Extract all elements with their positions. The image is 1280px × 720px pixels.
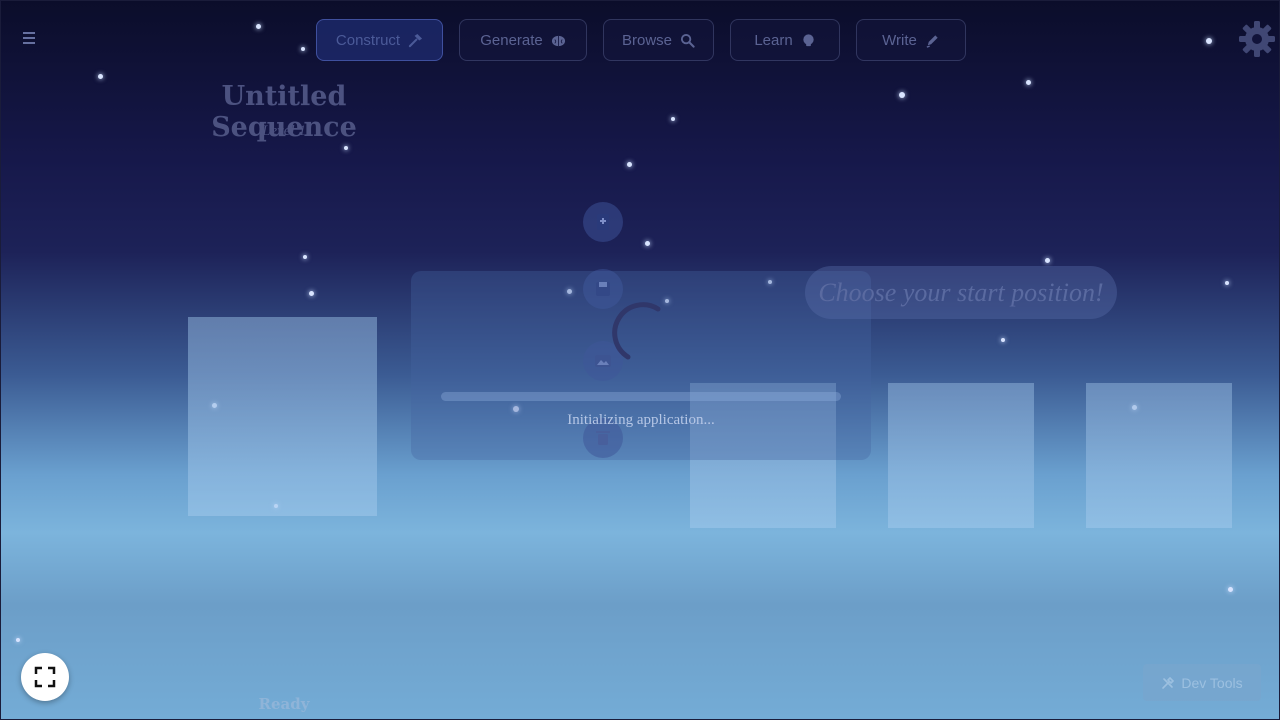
- spinner-icon: [612, 302, 661, 360]
- option-card[interactable]: [1086, 383, 1232, 528]
- lightbulb-icon: [803, 33, 814, 46]
- tab-label: Write: [882, 31, 917, 49]
- star: [344, 146, 348, 150]
- star: [16, 638, 20, 642]
- status-text: Ready: [258, 695, 310, 713]
- option-card[interactable]: [888, 383, 1034, 528]
- star: [1228, 587, 1233, 592]
- star: [1026, 80, 1031, 85]
- fullscreen-icon: [34, 666, 56, 688]
- star: [671, 117, 675, 121]
- add-book-button[interactable]: [583, 202, 623, 242]
- tab-label: Learn: [754, 31, 793, 49]
- tab-construct[interactable]: Construct: [316, 19, 443, 61]
- dev-tools-button[interactable]: Dev Tools: [1143, 664, 1261, 701]
- tab-learn[interactable]: Learn: [730, 19, 840, 61]
- loading-text: Initializing application...: [567, 412, 715, 428]
- star: [98, 74, 103, 79]
- gear-icon[interactable]: [1237, 19, 1277, 59]
- hammer-icon: [408, 33, 423, 47]
- dev-tools-label: Dev Tools: [1181, 674, 1243, 691]
- star: [1045, 258, 1050, 263]
- start-position-card[interactable]: [188, 317, 377, 516]
- star: [645, 241, 650, 246]
- start-position-prompt: Choose your start position!: [805, 266, 1117, 319]
- tab-label: Generate: [480, 31, 543, 49]
- loading-progress-bar: [441, 392, 841, 401]
- brain-icon: [551, 35, 565, 46]
- star: [627, 162, 632, 167]
- star: [1225, 281, 1229, 285]
- start-position-text: Choose your start position!: [818, 277, 1104, 307]
- sequence-level: Level 1: [262, 123, 306, 139]
- fullscreen-button[interactable]: [21, 653, 69, 701]
- star: [309, 291, 314, 296]
- add-book-icon: [597, 214, 609, 230]
- search-icon: [680, 33, 695, 48]
- tools-icon: [1162, 676, 1175, 689]
- top-nav: Construct Generate Browse Learn Write: [1, 19, 1280, 61]
- tab-generate[interactable]: Generate: [459, 19, 587, 61]
- star: [303, 255, 307, 259]
- star: [899, 92, 905, 98]
- tab-label: Browse: [621, 31, 673, 49]
- tab-write[interactable]: Write: [856, 19, 966, 61]
- star: [1001, 338, 1005, 342]
- tab-label: Construct: [335, 31, 401, 49]
- tab-browse[interactable]: Browse: [603, 19, 714, 61]
- pen-icon: [926, 34, 938, 48]
